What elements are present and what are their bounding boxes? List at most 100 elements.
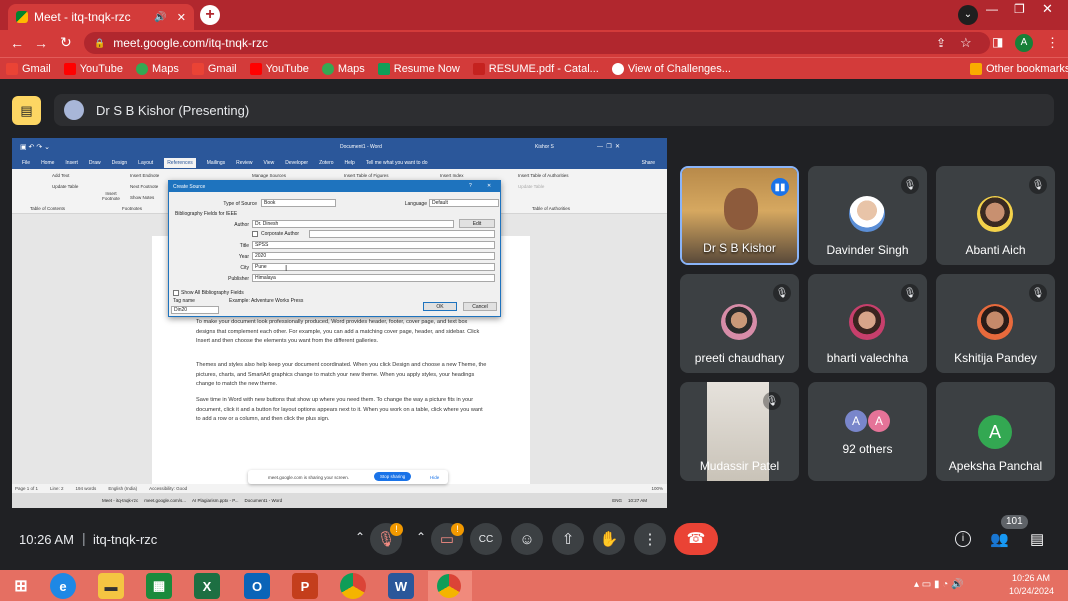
emoji-button[interactable]: ☺ xyxy=(511,523,543,555)
bookmark-view-challenges[interactable]: View of Challenges... xyxy=(611,62,731,75)
ribbon-item-insert-endnote[interactable]: Insert Endnote xyxy=(130,173,159,178)
word-tab-layout[interactable]: Layout xyxy=(138,160,153,166)
inner-task-meet[interactable]: Meet - itq-tnqk-rzc xyxy=(102,498,138,503)
publisher-input[interactable]: Himalaya xyxy=(252,274,495,282)
tab-close-icon[interactable]: ✕ xyxy=(177,11,186,24)
word-icon[interactable]: W xyxy=(388,573,414,599)
ribbon-item-insert-footnote[interactable]: Insert Footnote xyxy=(100,191,122,201)
type-source-select[interactable]: Book xyxy=(261,199,336,207)
word-tab-zotero[interactable]: Zotero xyxy=(319,160,333,166)
excel-icon[interactable]: X xyxy=(194,573,220,599)
chrome-menu-icon[interactable]: ⋮ xyxy=(1046,35,1059,51)
bookmark-gmail-2[interactable]: Gmail xyxy=(191,62,237,75)
raise-hand-button[interactable]: ✋ xyxy=(593,523,625,555)
ribbon-item-insert-table-figures[interactable]: Insert Table of Figures xyxy=(344,173,388,178)
word-tab-references[interactable]: References xyxy=(164,157,196,168)
bookmark-youtube-2[interactable]: YouTube xyxy=(249,62,309,75)
address-bar[interactable]: 🔒 meet.google.com/itq-tnqk-rzc xyxy=(84,32,990,54)
meet-menu-button[interactable]: ▤ xyxy=(12,96,41,125)
maximize-button[interactable]: ❐ xyxy=(1014,2,1025,16)
city-input[interactable]: Pune xyxy=(252,263,495,271)
title-input[interactable]: SPSS xyxy=(252,241,495,249)
word-tab-mailings[interactable]: Mailings xyxy=(207,160,225,166)
mic-options-chevron-icon[interactable]: ⌃ xyxy=(355,530,365,544)
ribbon-item-manage-sources[interactable]: Manage Sources xyxy=(252,173,286,178)
participant-tile[interactable]: 🎙 Davinder Singh xyxy=(808,166,927,265)
word-tab-home[interactable]: Home xyxy=(41,160,54,166)
ribbon-item-insert-table-authorities[interactable]: Insert Table of Authorities xyxy=(518,173,568,178)
browser-tab[interactable]: Meet - itq-tnqk-rzc 🔊 ✕ xyxy=(8,4,194,30)
people-icon[interactable]: 👥 xyxy=(990,530,1009,548)
ribbon-item-update-table[interactable]: Update Table xyxy=(52,184,78,189)
chat-icon[interactable]: ▤ xyxy=(1030,530,1044,548)
word-tab-design[interactable]: Design xyxy=(112,160,128,166)
profile-avatar[interactable]: A xyxy=(1015,34,1033,52)
reload-icon[interactable]: ↻ xyxy=(60,34,72,51)
tab-audio-icon[interactable]: 🔊 xyxy=(154,12,166,23)
bookmark-maps[interactable]: Maps xyxy=(135,62,179,75)
edge-icon[interactable]: e xyxy=(50,573,76,599)
participant-tile-presenter[interactable]: ▮▮ Dr S B Kishor xyxy=(680,166,799,265)
ribbon-item-next-footnote[interactable]: Next Footnote xyxy=(130,184,158,189)
word-tab-draw[interactable]: Draw xyxy=(89,160,101,166)
system-tray-icons[interactable]: ▴ ▭ ▮ ◔ 🔊 xyxy=(914,579,964,590)
word-tab-help[interactable]: Help xyxy=(345,160,355,166)
bookmark-gmail[interactable]: Gmail xyxy=(6,62,51,75)
inner-task-word[interactable]: Document1 - Word xyxy=(244,498,282,503)
word-tab-review[interactable]: Review xyxy=(236,160,252,166)
show-all-fields-checkbox[interactable] xyxy=(173,290,179,296)
inner-task-meet-share[interactable]: meet.google.com/s... xyxy=(144,498,186,503)
participant-tile[interactable]: 🎙 Mudassir Patel xyxy=(680,382,799,481)
language-select[interactable]: Default xyxy=(429,199,499,207)
dialog-close-icon[interactable]: ✕ xyxy=(487,183,491,189)
edit-author-button[interactable]: Edit xyxy=(459,219,495,228)
cancel-button[interactable]: Cancel xyxy=(463,302,497,311)
word-share-button[interactable]: Share xyxy=(642,160,655,166)
store-icon[interactable]: ▦ xyxy=(146,573,172,599)
stop-sharing-button[interactable]: Stop sharing xyxy=(374,472,412,481)
ribbon-item-add-text[interactable]: Add Text xyxy=(52,173,69,178)
powerpoint-icon[interactable]: P xyxy=(292,573,318,599)
word-tab-insert[interactable]: Insert xyxy=(65,160,78,166)
forward-icon[interactable]: → xyxy=(34,35,48,51)
author-input[interactable]: Dr. Dinesh xyxy=(252,220,454,228)
participant-tile[interactable]: 🎙 Kshitija Pandey xyxy=(936,274,1055,373)
chrome-active-taskbar-item[interactable] xyxy=(428,571,472,601)
word-tab-file[interactable]: File xyxy=(22,160,30,166)
back-icon[interactable]: ← xyxy=(10,35,24,51)
window-close-button[interactable]: ✕ xyxy=(1042,1,1053,17)
bookmark-youtube[interactable]: YouTube xyxy=(63,62,123,75)
hide-sharing-link[interactable]: Hide xyxy=(430,475,439,480)
corporate-author-input[interactable] xyxy=(309,230,495,238)
outlook-icon[interactable]: O xyxy=(244,573,270,599)
word-tell-me[interactable]: Tell me what you want to do xyxy=(366,160,428,166)
participant-tile[interactable]: A Apeksha Panchal xyxy=(936,382,1055,481)
word-tab-developer[interactable]: Developer xyxy=(285,160,308,166)
bookmark-star-icon[interactable]: ☆ xyxy=(960,35,972,51)
ribbon-item-insert-index[interactable]: Insert Index xyxy=(440,173,464,178)
other-bookmarks[interactable]: Other bookmarks xyxy=(970,62,1068,75)
corporate-author-checkbox[interactable] xyxy=(252,231,258,237)
participant-tile[interactable]: 🎙 bharti valechha xyxy=(808,274,927,373)
participant-tile[interactable]: 🎙 Abanti Aich xyxy=(936,166,1055,265)
tab-search-button[interactable]: ⌄ xyxy=(958,5,978,25)
meeting-info-icon[interactable]: i xyxy=(955,531,971,547)
side-panel-icon[interactable]: ◨ xyxy=(992,35,1003,49)
ribbon-item-update-table-2[interactable]: Update Table xyxy=(518,184,544,189)
word-tab-view[interactable]: View xyxy=(264,160,275,166)
others-tile[interactable]: A A 92 others xyxy=(808,382,927,481)
captions-button[interactable]: CC xyxy=(470,523,502,555)
file-explorer-icon[interactable]: ▬ xyxy=(98,573,124,599)
minimize-button[interactable]: — xyxy=(986,2,998,16)
participant-tile[interactable]: 🎙 preeti chaudhary xyxy=(680,274,799,373)
bookmark-maps-2[interactable]: Maps xyxy=(321,62,365,75)
bookmark-resume-pdf[interactable]: RESUME.pdf - Catal... xyxy=(472,62,599,75)
windows-start-icon[interactable]: ⊞ xyxy=(8,573,34,599)
bookmark-resume-now[interactable]: Resume Now xyxy=(377,62,460,75)
chrome-icon[interactable] xyxy=(340,573,366,599)
end-call-button[interactable]: ☎ xyxy=(674,523,718,555)
new-tab-button[interactable]: + xyxy=(200,5,220,25)
more-options-button[interactable]: ⋮ xyxy=(634,523,666,555)
camera-options-chevron-icon[interactable]: ⌃ xyxy=(416,530,426,544)
ribbon-item-show-notes[interactable]: Show Notes xyxy=(130,195,154,200)
